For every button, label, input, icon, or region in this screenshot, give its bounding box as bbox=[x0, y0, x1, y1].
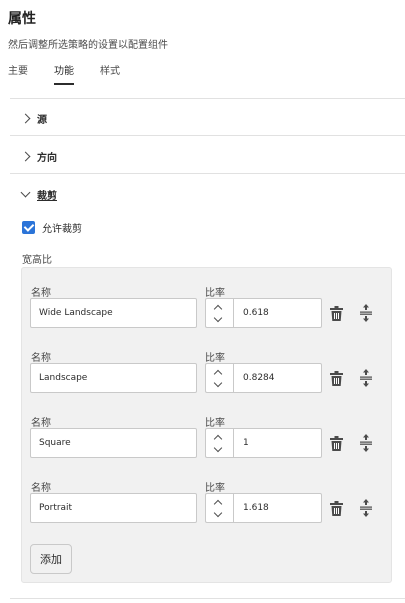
panel-subtitle: 然后调整所选策略的设置以配置组件 bbox=[8, 40, 168, 51]
drag-handle-icon[interactable] bbox=[360, 369, 372, 387]
trash-icon[interactable] bbox=[330, 306, 343, 321]
drag-handle-icon[interactable] bbox=[360, 499, 372, 517]
trash-icon[interactable] bbox=[330, 436, 343, 451]
ratio-name-input[interactable]: Wide Landscape bbox=[30, 298, 197, 328]
add-ratio-button[interactable]: 添加 bbox=[30, 544, 72, 574]
tab-features[interactable]: 功能 bbox=[54, 65, 74, 87]
ratio-name-input[interactable]: Square bbox=[30, 428, 197, 458]
tab-main[interactable]: 主要 bbox=[8, 65, 28, 87]
rate-stepper bbox=[205, 298, 233, 328]
trash-icon[interactable] bbox=[330, 371, 343, 386]
chevron-down-icon[interactable] bbox=[213, 313, 223, 323]
rate-label: 比率 bbox=[205, 418, 225, 429]
section-orientation-label: 方向 bbox=[37, 153, 57, 164]
chevron-down-icon bbox=[20, 187, 31, 198]
aspect-ratio-row: 名称 比率 Wide Landscape 0.618 bbox=[22, 284, 391, 344]
chevron-right-icon bbox=[20, 113, 31, 124]
section-source-label: 源 bbox=[37, 115, 47, 126]
rate-stepper bbox=[205, 363, 233, 393]
ratio-rate-input[interactable]: 1 bbox=[233, 428, 322, 458]
tab-bar: 主要 功能 样式 bbox=[8, 65, 146, 87]
aspect-ratio-label: 宽高比 bbox=[22, 255, 52, 266]
allow-crop-label: 允许裁剪 bbox=[42, 224, 82, 235]
chevron-right-icon bbox=[20, 151, 31, 162]
aspect-ratio-list: 名称 比率 Wide Landscape 0.618 名称 比率 Landsca… bbox=[21, 267, 392, 583]
rate-stepper bbox=[205, 493, 233, 523]
section-crop-label: 裁剪 bbox=[37, 191, 57, 202]
drag-handle-icon[interactable] bbox=[360, 434, 372, 452]
ratio-name-input[interactable]: Portrait bbox=[30, 493, 197, 523]
aspect-ratio-row: 名称 比率 Landscape 0.8284 bbox=[22, 349, 391, 409]
chevron-up-icon[interactable] bbox=[213, 369, 223, 379]
chevron-up-icon[interactable] bbox=[213, 434, 223, 444]
name-label: 名称 bbox=[31, 483, 51, 494]
ratio-name-input[interactable]: Landscape bbox=[30, 363, 197, 393]
panel-title: 属性 bbox=[8, 11, 36, 27]
rate-label: 比率 bbox=[205, 288, 225, 299]
ratio-rate-input[interactable]: 1.618 bbox=[233, 493, 322, 523]
divider bbox=[10, 173, 405, 174]
rate-label: 比率 bbox=[205, 353, 225, 364]
rate-stepper bbox=[205, 428, 233, 458]
section-source-header[interactable]: 源 bbox=[20, 111, 47, 126]
chevron-down-icon[interactable] bbox=[213, 508, 223, 518]
allow-crop-checkbox[interactable] bbox=[22, 221, 35, 234]
name-label: 名称 bbox=[31, 418, 51, 429]
drag-handle-icon[interactable] bbox=[360, 304, 372, 322]
section-crop-header[interactable]: 裁剪 bbox=[20, 187, 57, 202]
divider bbox=[10, 135, 405, 136]
divider bbox=[10, 98, 405, 99]
aspect-ratio-row: 名称 比率 Portrait 1.618 bbox=[22, 479, 391, 539]
aspect-ratio-row: 名称 比率 Square 1 bbox=[22, 414, 391, 474]
tab-styles[interactable]: 样式 bbox=[100, 65, 120, 87]
name-label: 名称 bbox=[31, 288, 51, 299]
allow-crop-row: 允许裁剪 bbox=[22, 220, 82, 235]
name-label: 名称 bbox=[31, 353, 51, 364]
chevron-up-icon[interactable] bbox=[213, 304, 223, 314]
ratio-rate-input[interactable]: 0.8284 bbox=[233, 363, 322, 393]
section-orientation-header[interactable]: 方向 bbox=[20, 149, 57, 164]
chevron-down-icon[interactable] bbox=[213, 443, 223, 453]
chevron-down-icon[interactable] bbox=[213, 378, 223, 388]
trash-icon[interactable] bbox=[330, 501, 343, 516]
rate-label: 比率 bbox=[205, 483, 225, 494]
divider bbox=[10, 598, 405, 599]
ratio-rate-input[interactable]: 0.618 bbox=[233, 298, 322, 328]
chevron-up-icon[interactable] bbox=[213, 499, 223, 509]
